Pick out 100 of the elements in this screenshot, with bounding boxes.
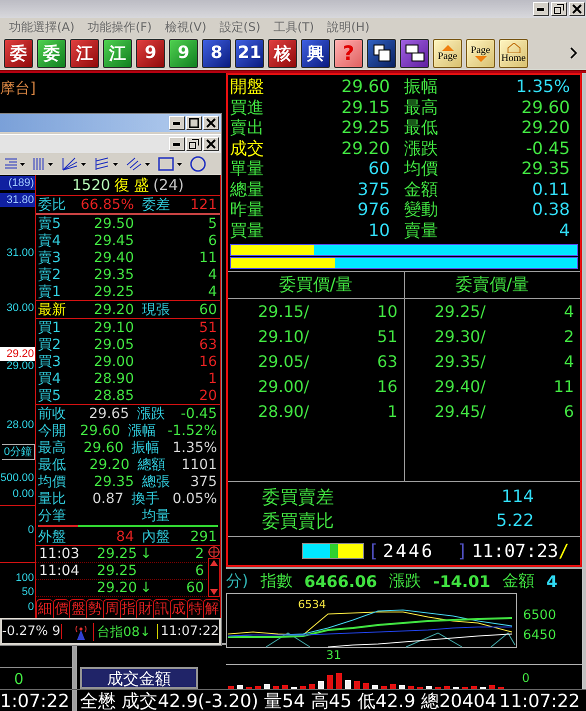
field-label: 最高 bbox=[37, 438, 67, 456]
parallel-lines-icon[interactable] bbox=[94, 157, 120, 171]
level-label: 買3 bbox=[37, 352, 62, 370]
maximize-button[interactable] bbox=[186, 116, 202, 130]
maximize-icon bbox=[189, 118, 199, 128]
change-text: -0.27% 9 bbox=[2, 624, 62, 639]
toolbar-button[interactable]: 9 bbox=[136, 38, 165, 68]
close-button[interactable] bbox=[203, 116, 219, 130]
tick-price: 29.25 bbox=[96, 563, 137, 579]
scrollbar[interactable] bbox=[208, 558, 220, 597]
tab[interactable]: 成 bbox=[170, 599, 187, 618]
ask-volume: 2 bbox=[564, 327, 574, 346]
bid-volume: 20 bbox=[198, 388, 218, 404]
tab[interactable]: 解 bbox=[203, 599, 220, 618]
menu-item[interactable]: 設定(S) bbox=[219, 18, 260, 36]
bid-price: 29.10/ bbox=[258, 327, 310, 346]
tab[interactable]: 周 bbox=[102, 599, 120, 618]
field-label: 買量 bbox=[230, 220, 265, 241]
toolbar-button[interactable]: 委 bbox=[37, 38, 66, 68]
axis-label: 6450 bbox=[523, 629, 556, 643]
toolbar-button[interactable]: 江 bbox=[103, 38, 132, 68]
amount-button[interactable]: 成交金額 bbox=[80, 667, 198, 689]
field-label: 現張 bbox=[141, 300, 171, 318]
field-value: 29.60 bbox=[340, 77, 390, 98]
bars-icon[interactable] bbox=[32, 157, 56, 171]
tab[interactable]: 財 bbox=[136, 599, 154, 618]
menu-item[interactable]: 功能選擇(A) bbox=[9, 18, 75, 36]
minimize-button[interactable] bbox=[169, 137, 185, 151]
toolbar-button[interactable]: 8 bbox=[202, 38, 231, 68]
clock-time: 11:07:23 bbox=[472, 540, 558, 562]
axis-label: 29.00 bbox=[6, 359, 34, 373]
tab[interactable]: 勢 bbox=[86, 599, 103, 618]
field-label: 變動 bbox=[403, 200, 439, 220]
field-label: 最高 bbox=[403, 98, 439, 118]
level-label: 賣1 bbox=[37, 282, 62, 300]
circle-icon[interactable] bbox=[190, 156, 206, 172]
bid-price: 28.90/ bbox=[258, 402, 310, 421]
toolbar-button[interactable]: Page bbox=[466, 38, 495, 68]
toolbar-button[interactable]: 江 bbox=[70, 38, 99, 68]
menu-item[interactable]: 說明(H) bbox=[327, 18, 370, 36]
peak-label: 6534 bbox=[298, 599, 326, 611]
toolbar-button[interactable] bbox=[400, 38, 429, 68]
crosshair-icon[interactable] bbox=[208, 546, 220, 558]
field-label: 賣量 bbox=[403, 220, 439, 241]
bid-price: 29.05/ bbox=[258, 352, 310, 371]
index-field: 金額 bbox=[502, 570, 534, 592]
toolbar-button[interactable]: 核 bbox=[268, 38, 297, 68]
bid-price: 29.15/ bbox=[258, 302, 310, 321]
axis-label: 31 bbox=[326, 648, 342, 662]
stock-code-field[interactable]: 2446 bbox=[382, 540, 453, 562]
down-arrow: ↓ bbox=[140, 546, 152, 562]
bid-price: 29.05 bbox=[92, 336, 134, 352]
menu-item[interactable]: 工具(T) bbox=[273, 18, 314, 36]
more-chevron-icon[interactable] bbox=[570, 47, 578, 59]
bid-volume: 16 bbox=[377, 377, 398, 396]
menu-item[interactable]: 功能操作(F) bbox=[88, 18, 152, 36]
minimize-button[interactable] bbox=[169, 116, 185, 130]
index-text: 台指08↓ bbox=[93, 622, 151, 640]
house-icon bbox=[506, 42, 522, 52]
index-field: 漲跌 bbox=[389, 570, 422, 592]
hatch-lines-icon[interactable] bbox=[126, 157, 152, 171]
toolbar-button[interactable]: 9 bbox=[169, 38, 198, 68]
field-value: 375 bbox=[190, 474, 217, 490]
axis-label: 50 bbox=[22, 585, 34, 599]
restore-button[interactable] bbox=[551, 2, 567, 16]
minimize-button[interactable] bbox=[533, 2, 549, 16]
close-button[interactable] bbox=[569, 2, 585, 16]
tab[interactable]: 盤 bbox=[69, 599, 86, 618]
toolbar-button[interactable]: Page bbox=[433, 38, 462, 68]
list-icon[interactable] bbox=[4, 157, 26, 171]
scroll-down-icon[interactable] bbox=[208, 588, 218, 596]
toolbar-button[interactable]: 委 bbox=[4, 38, 33, 68]
scroll-up-icon[interactable] bbox=[208, 559, 218, 567]
summary-label: 委買賣差 bbox=[262, 486, 334, 509]
clock-time: 11:07:22 bbox=[499, 690, 580, 711]
level-label: 買5 bbox=[37, 386, 62, 404]
tab[interactable]: 訊 bbox=[153, 599, 170, 618]
tab[interactable]: 特 bbox=[186, 599, 204, 618]
menu-item[interactable]: 檢視(V) bbox=[164, 18, 206, 36]
toolbar-button[interactable]: 21 bbox=[235, 38, 264, 68]
toolbar-button[interactable]: Home bbox=[499, 38, 528, 68]
fan-lines-icon[interactable] bbox=[62, 157, 88, 171]
restore-button[interactable] bbox=[186, 137, 202, 151]
level-label: 賣3 bbox=[37, 248, 62, 266]
tab[interactable]: 指 bbox=[120, 599, 136, 618]
chart-title: 摩台] bbox=[0, 78, 37, 98]
summary-value: 5.22 bbox=[496, 511, 534, 531]
toolbar-button[interactable] bbox=[367, 38, 396, 68]
tab[interactable]: 價 bbox=[52, 599, 70, 618]
bid-price: 28.90 bbox=[92, 370, 134, 386]
axis-label: 0.00 bbox=[12, 487, 34, 501]
field-value: 29.65 bbox=[89, 406, 130, 422]
index-field: 分) bbox=[226, 570, 248, 592]
tab[interactable]: 細 bbox=[36, 599, 53, 618]
rectangle-icon[interactable] bbox=[158, 157, 184, 171]
toolbar-button[interactable]: 興 bbox=[301, 38, 330, 68]
field-value: -1.52% bbox=[167, 422, 217, 438]
ask-price: 29.40 bbox=[92, 250, 134, 266]
restore-icon bbox=[189, 139, 199, 149]
close-button[interactable] bbox=[203, 137, 219, 151]
